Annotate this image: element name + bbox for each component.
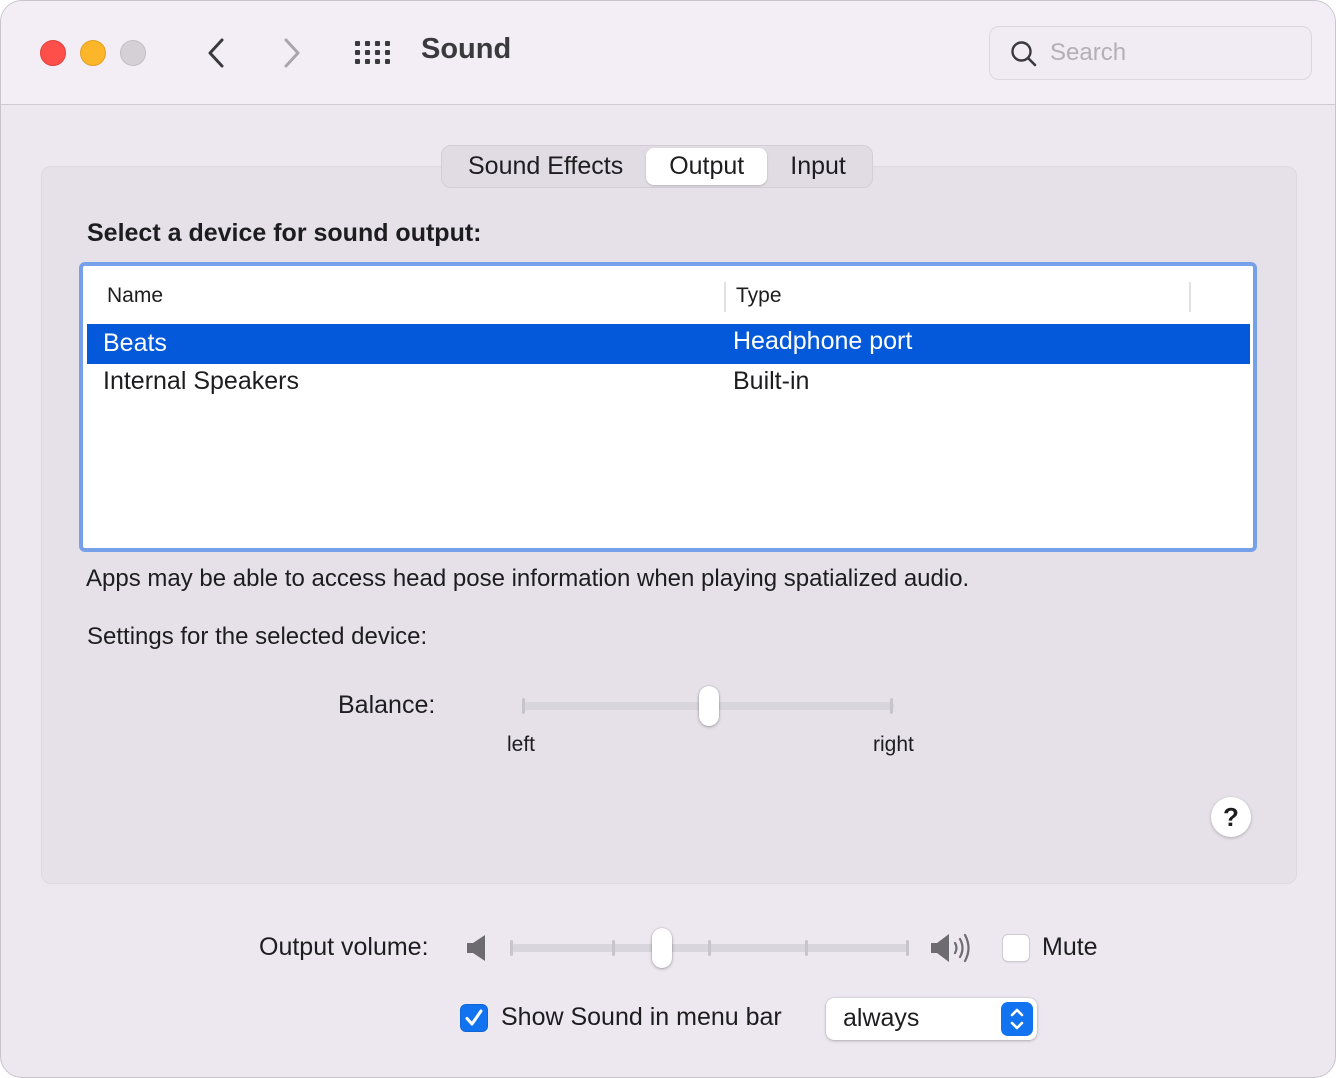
chevron-left-icon: [208, 38, 224, 68]
help-button[interactable]: ?: [1211, 797, 1251, 837]
device-name: Internal Speakers: [103, 367, 299, 395]
device-type: Headphone port: [733, 327, 913, 355]
menu-bar-visibility-popup[interactable]: always: [826, 998, 1037, 1040]
volume-tick: [612, 940, 615, 956]
settings-label: Settings for the selected device:: [87, 623, 428, 650]
chevron-right-icon: [284, 38, 300, 68]
popup-arrows: [1001, 1002, 1033, 1036]
tab-sound-effects[interactable]: Sound Effects: [445, 148, 646, 185]
tab-output[interactable]: Output: [646, 148, 768, 185]
tab-input[interactable]: Input: [767, 148, 869, 185]
spatial-audio-note: Apps may be able to access head pose inf…: [86, 565, 970, 592]
speaker-high-icon: [931, 933, 970, 963]
grid-dot: [375, 50, 380, 55]
column-header-type[interactable]: Type: [736, 284, 782, 308]
output-volume-label: Output volume:: [259, 933, 429, 961]
popup-value: always: [843, 1004, 920, 1032]
grid-dot: [365, 50, 370, 55]
section-title: Select a device for sound output:: [87, 219, 482, 247]
volume-tick: [906, 940, 909, 956]
search-field[interactable]: [989, 26, 1312, 80]
table-row[interactable]: Internal Speakers Built-in: [87, 364, 1250, 404]
balance-tick: [890, 698, 893, 714]
balance-right-label: right: [873, 733, 914, 756]
balance-label: Balance:: [338, 691, 436, 719]
window-title: Sound: [421, 33, 512, 65]
title-bar: Sound: [1, 1, 1335, 105]
balance-left-label: left: [507, 733, 536, 756]
grid-dot: [375, 41, 380, 46]
show-all-button[interactable]: [353, 39, 393, 67]
table-row[interactable]: Beats Headphone port: [87, 324, 1250, 364]
mute-label[interactable]: Mute: [1042, 933, 1098, 962]
grid-dot: [385, 50, 390, 55]
checkmark-icon: [465, 1009, 483, 1026]
grid-dot: [375, 59, 380, 64]
column-divider[interactable]: [1189, 282, 1191, 312]
grid-dot: [385, 59, 390, 64]
show-in-menu-bar-label[interactable]: Show Sound in menu bar: [501, 1003, 782, 1032]
column-header-name[interactable]: Name: [107, 284, 163, 308]
grid-dot: [365, 41, 370, 46]
forward-button[interactable]: [277, 35, 307, 71]
up-down-chevron-icon: [1010, 1008, 1024, 1030]
show-in-menu-bar-checkbox[interactable]: [460, 1004, 488, 1032]
back-button[interactable]: [201, 35, 231, 71]
device-type: Built-in: [733, 367, 810, 395]
tab-bar: Sound Effects Output Input: [441, 145, 873, 188]
grid-dot: [355, 50, 360, 55]
minimize-button[interactable]: [80, 40, 106, 66]
volume-tick: [510, 940, 513, 956]
sound-preferences-window: Sound Sound Effects Output Input Select …: [0, 0, 1336, 1078]
output-device-table: Name Type Beats Headphone port Internal …: [79, 262, 1257, 552]
speaker-low-icon: [467, 935, 485, 961]
grid-dot: [355, 41, 360, 46]
search-icon: [1011, 41, 1037, 67]
close-button[interactable]: [40, 40, 66, 66]
table-header: Name Type: [83, 266, 1253, 324]
device-name: Beats: [103, 329, 167, 357]
balance-tick: [522, 698, 525, 714]
column-divider[interactable]: [724, 282, 726, 312]
zoom-button[interactable]: [120, 40, 146, 66]
volume-tick: [708, 940, 711, 956]
volume-knob[interactable]: [651, 928, 672, 968]
grid-dot: [385, 41, 390, 46]
search-input[interactable]: [1050, 27, 1300, 79]
show-all-grid-icon: [355, 41, 390, 64]
grid-dot: [365, 59, 370, 64]
volume-tick: [805, 940, 808, 956]
grid-dot: [355, 59, 360, 64]
balance-knob[interactable]: [698, 686, 719, 726]
mute-checkbox[interactable]: [1002, 934, 1030, 962]
